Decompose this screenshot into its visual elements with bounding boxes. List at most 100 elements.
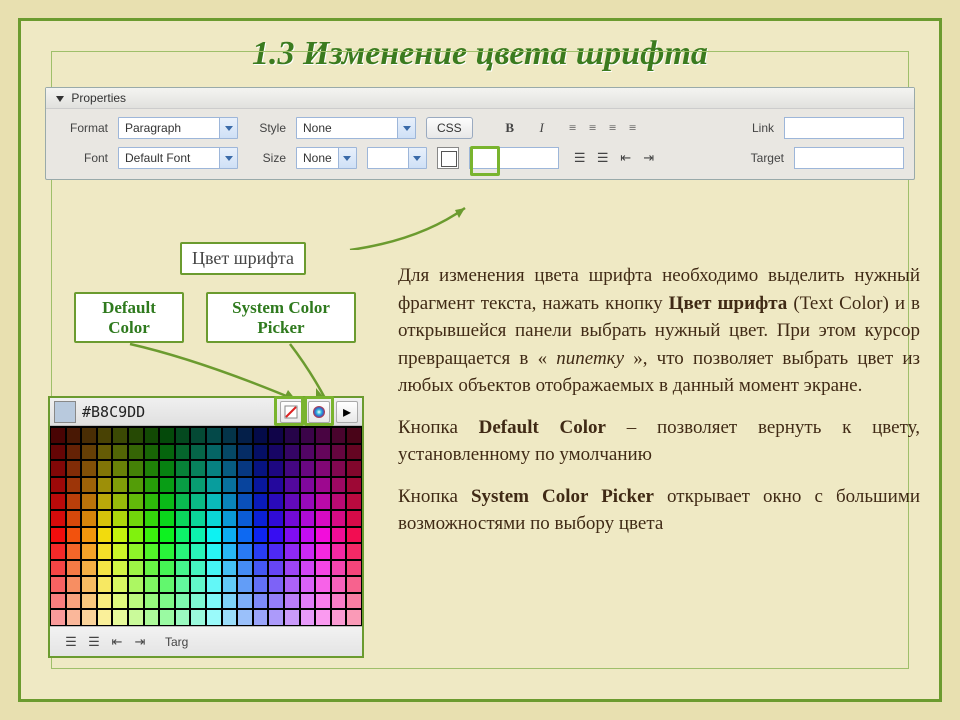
color-cell[interactable] <box>237 444 253 461</box>
color-cell[interactable] <box>128 510 144 527</box>
color-cell[interactable] <box>66 543 82 560</box>
color-cell[interactable] <box>253 576 269 593</box>
color-cell[interactable] <box>159 593 175 610</box>
color-cell[interactable] <box>315 593 331 610</box>
color-cell[interactable] <box>66 609 82 626</box>
color-cell[interactable] <box>190 543 206 560</box>
color-cell[interactable] <box>253 477 269 494</box>
color-cell[interactable] <box>284 527 300 544</box>
color-cell[interactable] <box>206 510 222 527</box>
color-cell[interactable] <box>206 427 222 444</box>
color-cell[interactable] <box>97 510 113 527</box>
color-cell[interactable] <box>253 527 269 544</box>
color-cell[interactable] <box>346 493 362 510</box>
color-cell[interactable] <box>144 460 160 477</box>
css-button[interactable]: CSS <box>426 117 473 139</box>
outdent-button[interactable]: ⇤ <box>615 147 637 169</box>
color-cell[interactable] <box>175 527 191 544</box>
color-cell[interactable] <box>284 493 300 510</box>
color-cell[interactable] <box>97 477 113 494</box>
color-cell[interactable] <box>268 477 284 494</box>
color-cell[interactable] <box>112 493 128 510</box>
color-cell[interactable] <box>97 527 113 544</box>
color-cell[interactable] <box>237 576 253 593</box>
color-cell[interactable] <box>284 576 300 593</box>
color-cell[interactable] <box>300 477 316 494</box>
color-cell[interactable] <box>112 444 128 461</box>
color-cell[interactable] <box>300 460 316 477</box>
color-cell[interactable] <box>253 609 269 626</box>
color-cell[interactable] <box>206 460 222 477</box>
color-field[interactable] <box>469 147 559 169</box>
color-cell[interactable] <box>112 460 128 477</box>
color-cell[interactable] <box>331 444 347 461</box>
color-cell[interactable] <box>159 444 175 461</box>
color-cell[interactable] <box>237 427 253 444</box>
color-cell[interactable] <box>128 427 144 444</box>
align-center-button[interactable]: ≡ <box>583 117 603 139</box>
color-cell[interactable] <box>268 527 284 544</box>
color-cell[interactable] <box>300 427 316 444</box>
text-color-button[interactable] <box>437 147 459 169</box>
color-cell[interactable] <box>50 427 66 444</box>
color-cell[interactable] <box>159 477 175 494</box>
color-cell[interactable] <box>237 593 253 610</box>
color-cell[interactable] <box>346 543 362 560</box>
color-cell[interactable] <box>66 477 82 494</box>
picker-indent-icon[interactable]: ⇥ <box>129 631 151 653</box>
color-cell[interactable] <box>206 543 222 560</box>
color-cell[interactable] <box>237 493 253 510</box>
color-cell[interactable] <box>268 444 284 461</box>
color-cell[interactable] <box>268 609 284 626</box>
list-ordered-button[interactable]: ☰ <box>569 147 591 169</box>
format-combo[interactable]: Paragraph <box>118 117 238 139</box>
color-cell[interactable] <box>144 477 160 494</box>
color-cell[interactable] <box>206 527 222 544</box>
color-cell[interactable] <box>284 560 300 577</box>
color-cell[interactable] <box>128 527 144 544</box>
color-cell[interactable] <box>190 593 206 610</box>
color-cell[interactable] <box>346 593 362 610</box>
color-cell[interactable] <box>190 477 206 494</box>
color-cell[interactable] <box>331 493 347 510</box>
color-cell[interactable] <box>81 477 97 494</box>
color-cell[interactable] <box>222 527 238 544</box>
color-cell[interactable] <box>50 477 66 494</box>
properties-header[interactable]: Properties <box>46 88 914 109</box>
color-cell[interactable] <box>190 460 206 477</box>
color-cell[interactable] <box>128 460 144 477</box>
color-cell[interactable] <box>144 593 160 610</box>
color-cell[interactable] <box>175 477 191 494</box>
color-cell[interactable] <box>315 543 331 560</box>
color-cell[interactable] <box>128 576 144 593</box>
color-cell[interactable] <box>175 543 191 560</box>
color-cell[interactable] <box>237 543 253 560</box>
color-cell[interactable] <box>112 560 128 577</box>
color-cell[interactable] <box>81 444 97 461</box>
color-cell[interactable] <box>206 444 222 461</box>
color-cell[interactable] <box>268 576 284 593</box>
color-cell[interactable] <box>81 609 97 626</box>
color-cell[interactable] <box>159 576 175 593</box>
color-cell[interactable] <box>66 560 82 577</box>
color-cell[interactable] <box>128 444 144 461</box>
color-cell[interactable] <box>175 427 191 444</box>
color-cell[interactable] <box>190 427 206 444</box>
color-cell[interactable] <box>346 527 362 544</box>
color-cell[interactable] <box>206 477 222 494</box>
color-cell[interactable] <box>346 444 362 461</box>
color-cell[interactable] <box>66 510 82 527</box>
color-cell[interactable] <box>66 493 82 510</box>
color-cell[interactable] <box>253 427 269 444</box>
color-cell[interactable] <box>222 576 238 593</box>
color-cell[interactable] <box>206 609 222 626</box>
color-cell[interactable] <box>331 543 347 560</box>
color-cell[interactable] <box>315 427 331 444</box>
color-cell[interactable] <box>331 510 347 527</box>
color-cell[interactable] <box>284 477 300 494</box>
color-cell[interactable] <box>97 609 113 626</box>
color-cell[interactable] <box>159 510 175 527</box>
color-cell[interactable] <box>159 493 175 510</box>
color-cell[interactable] <box>315 527 331 544</box>
color-cell[interactable] <box>253 444 269 461</box>
